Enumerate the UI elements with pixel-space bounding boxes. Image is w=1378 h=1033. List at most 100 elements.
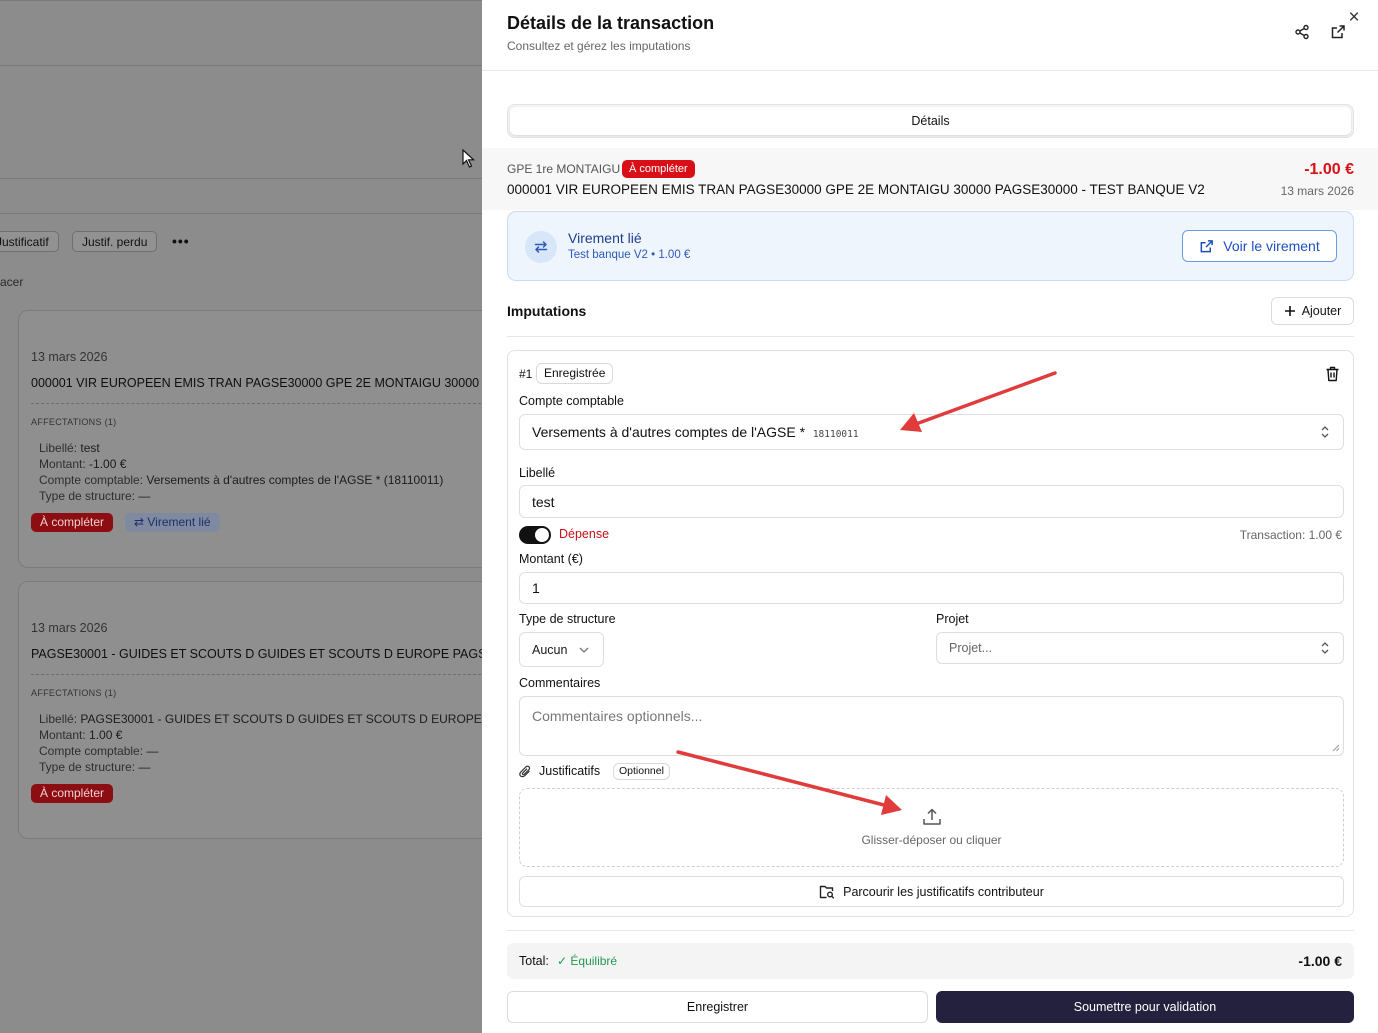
browse-attachments-label: Parcourir les justificatifs contributeur [843, 884, 1044, 899]
field-key: Libellé: [39, 441, 78, 455]
card-field-compte: Compte comptable: Versements à d'autres … [39, 473, 443, 487]
transaction-account: GPE 1re MONTAIGU [507, 162, 621, 176]
field-key: Montant: [39, 728, 86, 742]
account-label: Compte comptable [519, 394, 624, 408]
optional-badge: Optionnel [613, 763, 670, 780]
structure-type-value: Aucun [532, 642, 568, 657]
add-imputation-label: Ajouter [1301, 304, 1342, 318]
divider [0, 0, 482, 1]
external-link-icon [1200, 239, 1214, 252]
project-label: Projet [936, 612, 969, 626]
view-transfer-label: Voir le virement [1223, 238, 1320, 254]
imputation-status-badge: Enregistrée [536, 363, 614, 384]
card-date: 13 mars 2026 [31, 621, 108, 635]
submit-for-validation-button[interactable]: Soumettre pour validation [936, 991, 1354, 1023]
project-select[interactable]: Projet... [936, 632, 1344, 664]
transaction-amount: -1.00 € [1304, 161, 1354, 178]
trash-icon [1326, 366, 1338, 382]
imputation-number: #1 [519, 367, 533, 381]
close-icon[interactable]: × [1343, 7, 1365, 29]
transaction-summary: GPE 1re MONTAIGU À compléter 000001 VIR … [482, 148, 1378, 210]
tab-bar: Détails [507, 104, 1354, 138]
card-field-compte: Compte comptable: — [39, 744, 158, 758]
mouse-cursor-icon [462, 149, 476, 168]
account-code: 18110011 [812, 429, 859, 440]
browse-attachments-button[interactable]: Parcourir les justificatifs contributeur [519, 876, 1344, 907]
panel-header: Détails de la transaction Consultez et g… [482, 0, 1378, 71]
status-badge: À compléter [31, 784, 114, 803]
imputations-title: Imputations [507, 303, 587, 319]
delete-imputation-button[interactable] [1321, 363, 1343, 385]
status-badge: À compléter [31, 513, 114, 532]
divider [507, 336, 1354, 337]
card-description: 000001 VIR EUROPEEN EMIS TRAN PAGSE30000… [31, 376, 482, 390]
plus-icon [1284, 306, 1295, 316]
card-field-libelle: Libellé: test [39, 441, 100, 455]
card-date: 13 mars 2026 [31, 350, 108, 364]
account-select[interactable]: Versements à d'autres comptes de l'AGSE … [519, 414, 1344, 450]
divider [507, 930, 1354, 931]
divider [31, 403, 482, 404]
transaction-card[interactable]: 13 mars 2026 000001 VIR EUROPEEN EMIS TR… [18, 310, 482, 568]
linked-transfer-title: Virement lié [568, 230, 642, 246]
card-field-montant: Montant: -1.00 € [39, 457, 126, 471]
transaction-hint: Transaction: 1.00 € [1239, 528, 1342, 542]
paperclip-icon [519, 765, 531, 778]
attachments-dropzone[interactable]: Glisser-déposer ou cliquer [519, 788, 1344, 867]
libelle-label: Libellé [519, 466, 556, 480]
structure-type-label: Type de structure [519, 612, 616, 626]
attachments-label: Justificatifs [539, 764, 601, 778]
field-key: Montant: [39, 457, 86, 471]
expense-toggle[interactable] [519, 526, 551, 544]
card-description: PAGSE30001 - GUIDES ET SCOUTS D GUIDES E… [31, 647, 482, 661]
card-field-libelle: Libellé: PAGSE30001 - GUIDES ET SCOUTS D… [39, 712, 482, 726]
libelle-value: test [532, 494, 555, 510]
folder-search-icon [819, 885, 835, 899]
tab-details[interactable]: Détails [510, 107, 1351, 135]
share-icon [1295, 24, 1309, 40]
background-page: Justificatif Justif. perdu ••• acer 13 m… [0, 0, 482, 1033]
linked-transfer-box: Virement lié Test banque V2 • 1.00 € Voi… [507, 211, 1354, 281]
field-value: Versements à d'autres comptes de l'AGSE … [143, 473, 444, 487]
filter-chip-justificatif[interactable]: Justificatif [0, 231, 59, 252]
filter-label: acer [0, 275, 24, 289]
field-value: — [143, 744, 159, 758]
amount-input[interactable]: 1 [519, 572, 1344, 604]
libelle-input[interactable]: test [519, 485, 1344, 518]
total-bar: Total: ✓ Équilibré -1.00 € [507, 943, 1354, 979]
upload-icon [923, 808, 941, 825]
divider [0, 178, 482, 179]
field-value: — [135, 489, 151, 503]
field-value: 1.00 € [85, 728, 123, 742]
more-options-icon[interactable]: ••• [172, 233, 190, 249]
view-transfer-button[interactable]: Voir le virement [1182, 230, 1337, 262]
card-field-montant: Montant: 1.00 € [39, 728, 122, 742]
card-field-structure: Type de structure: — [39, 760, 150, 774]
account-select-value: Versements à d'autres comptes de l'AGSE … [532, 424, 859, 440]
panel-title: Détails de la transaction [507, 13, 715, 33]
add-imputation-button[interactable]: Ajouter [1271, 297, 1354, 325]
save-button[interactable]: Enregistrer [507, 991, 928, 1023]
comments-textarea[interactable]: Commentaires optionnels... [519, 696, 1344, 756]
transaction-card[interactable]: 13 mars 2026 PAGSE30001 - GUIDES ET SCOU… [18, 581, 482, 839]
field-key: Type de structure: [39, 760, 136, 774]
dropzone-text: Glisser-déposer ou cliquer [861, 833, 1002, 847]
share-button[interactable] [1291, 21, 1313, 43]
field-key: Libellé: [39, 712, 78, 726]
structure-type-select[interactable]: Aucun [519, 632, 604, 667]
chevron-updown-icon [1321, 642, 1329, 654]
expense-label: Dépense [559, 527, 610, 541]
affectations-label: AFFECTATIONS (1) [31, 417, 117, 427]
field-value: -1.00 € [85, 457, 127, 471]
card-field-structure: Type de structure: — [39, 489, 150, 503]
comments-label: Commentaires [519, 676, 601, 690]
divider [0, 65, 482, 66]
filter-chip-justif-perdu[interactable]: Justif. perdu [72, 231, 158, 252]
transaction-details-panel: Détails de la transaction Consultez et g… [482, 0, 1378, 1033]
total-amount: -1.00 € [1298, 953, 1342, 969]
resize-handle-icon[interactable] [1332, 744, 1340, 752]
total-label: Total: [519, 954, 549, 968]
transfer-icon [525, 231, 557, 263]
divider [31, 674, 482, 675]
transaction-description: 000001 VIR EUROPEEN EMIS TRAN PAGSE30000… [507, 182, 1205, 197]
